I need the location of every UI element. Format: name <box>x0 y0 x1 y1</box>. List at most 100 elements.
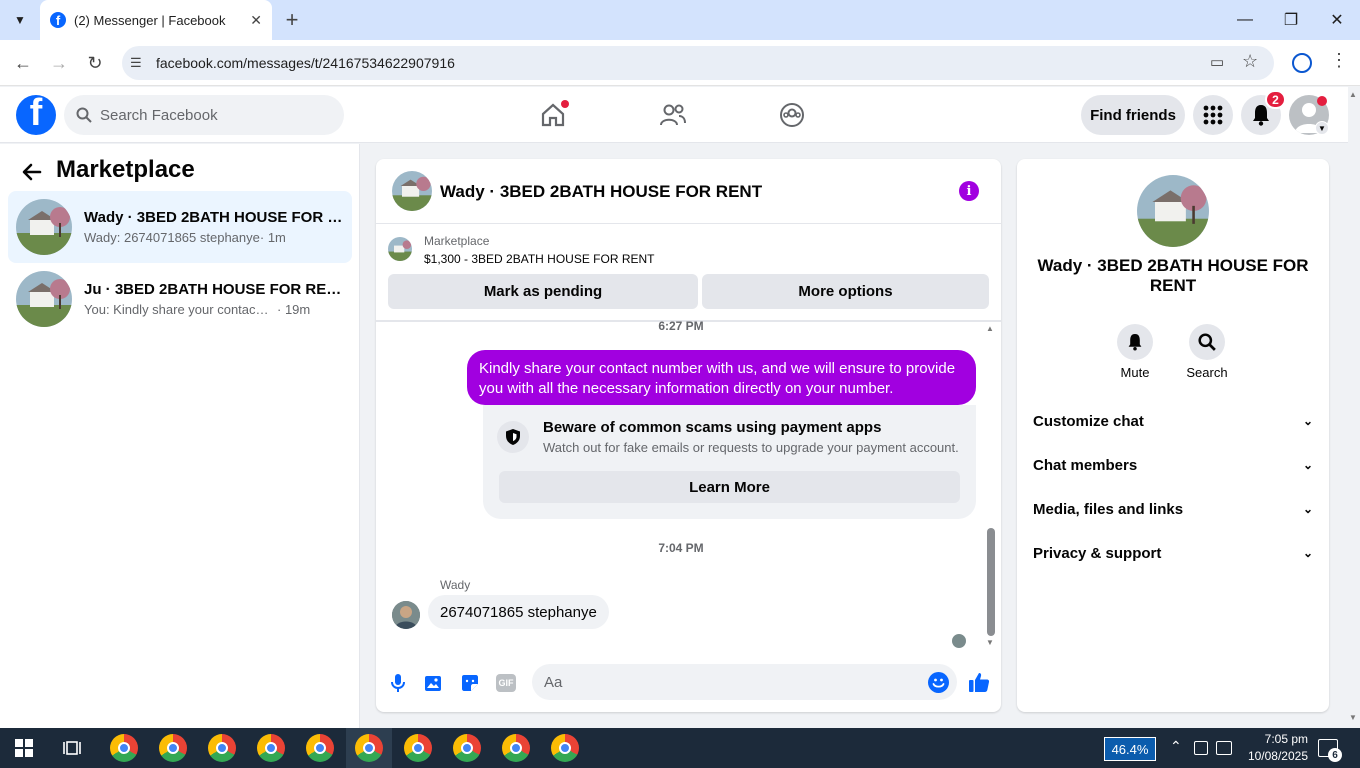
account-alert-dot <box>1317 96 1327 106</box>
listing-thumbnail <box>16 271 72 327</box>
scroll-down-icon[interactable]: ▼ <box>986 638 994 647</box>
find-friends-button[interactable]: Find friends <box>1081 95 1185 135</box>
reload-icon[interactable]: ↻ <box>80 48 110 78</box>
emoji-icon[interactable] <box>928 672 949 693</box>
mute-label: Mute <box>1120 365 1150 380</box>
page-scroll-down-icon[interactable]: ▼ <box>1349 713 1357 722</box>
listing-small-thumbnail[interactable] <box>388 237 412 261</box>
more-options-button[interactable]: More options <box>702 274 989 309</box>
chrome-taskbar-icon[interactable] <box>453 734 481 762</box>
chrome-taskbar-icon[interactable] <box>306 734 334 762</box>
chrome-taskbar-icon[interactable] <box>110 734 138 762</box>
url-text: facebook.com/messages/t/2416753462290791… <box>156 55 455 71</box>
taskbar-clock[interactable]: 7:05 pm 10/08/2025 <box>1236 731 1308 765</box>
tab-close-icon[interactable]: ✕ <box>250 12 262 29</box>
friends-nav-icon[interactable] <box>653 96 693 134</box>
message-input[interactable]: Aa <box>532 664 957 700</box>
chevron-down-icon: ⌄ <box>1302 458 1313 472</box>
chrome-taskbar-icon[interactable] <box>551 734 579 762</box>
info-icon[interactable]: i <box>959 181 979 201</box>
zoom-indicator[interactable]: 46.4% <box>1104 737 1156 761</box>
back-icon[interactable]: ← <box>8 48 38 78</box>
browser-tab[interactable]: f (2) Messenger | Facebook ✕ <box>40 0 272 40</box>
account-chevron-icon[interactable]: ▼ <box>1315 121 1329 135</box>
conversation-name: Ju · 3BED 2BATH HOUSE FOR RENT <box>84 281 344 298</box>
home-new-dot <box>561 100 569 108</box>
chrome-taskbar-icon[interactable] <box>208 734 236 762</box>
facebook-search-input[interactable]: Search Facebook <box>64 95 344 135</box>
conversation-preview: You: Kindly share your contact number wi… <box>84 302 269 317</box>
back-arrow-icon[interactable] <box>20 160 44 184</box>
chat-title[interactable]: Wady · 3BED 2BATH HOUSE FOR RENT <box>440 182 762 202</box>
windows-start-icon[interactable] <box>15 739 33 757</box>
customize-chat-row[interactable]: Customize chat ⌄ <box>1033 409 1313 433</box>
sender-avatar[interactable] <box>392 601 420 629</box>
chat-avatar[interactable] <box>392 171 432 211</box>
shield-icon <box>497 421 529 453</box>
home-nav-icon[interactable] <box>533 96 573 134</box>
chrome-taskbar-icon[interactable] <box>355 734 383 762</box>
chevron-down-icon: ⌄ <box>1302 502 1313 516</box>
facebook-logo-icon[interactable]: f <box>16 95 56 135</box>
tab-search-icon[interactable]: ▼ <box>8 8 32 32</box>
sticker-icon[interactable] <box>459 672 481 694</box>
microphone-icon[interactable] <box>387 672 409 694</box>
close-window-icon[interactable]: ✕ <box>1314 0 1360 40</box>
notification-center-count: 6 <box>1328 748 1342 762</box>
tray-chevron-up-icon[interactable]: ⌃ <box>1170 738 1182 755</box>
profile-icon[interactable] <box>1292 53 1312 73</box>
chat-members-row[interactable]: Chat members ⌄ <box>1033 453 1313 477</box>
sent-message-bubble[interactable]: Kindly share your contact number with us… <box>467 350 976 405</box>
profile-name: Wady · 3BED 2BATH HOUSE FOR RENT <box>1037 256 1309 295</box>
timestamp: 7:04 PM <box>658 541 704 555</box>
new-tab-icon[interactable]: + <box>280 7 304 32</box>
media-files-links-row[interactable]: Media, files and links ⌄ <box>1033 497 1313 521</box>
photo-icon[interactable] <box>423 672 445 694</box>
tray-network-icon[interactable] <box>1216 741 1232 755</box>
chrome-taskbar-icon[interactable] <box>257 734 285 762</box>
install-app-icon[interactable]: ▭ <box>1210 53 1230 73</box>
chrome-taskbar-icon[interactable] <box>159 734 187 762</box>
tray-device-icon[interactable] <box>1194 741 1208 755</box>
sender-name: Wady <box>440 578 471 592</box>
menu-grid-icon[interactable] <box>1193 95 1233 135</box>
site-info-icon[interactable]: ☰ <box>130 55 142 71</box>
mark-as-pending-button[interactable]: Mark as pending <box>388 274 698 309</box>
windows-taskbar <box>0 728 1360 768</box>
scrollbar-thumb[interactable] <box>987 528 995 636</box>
notification-badge: 2 <box>1265 90 1286 109</box>
search-chat-icon[interactable] <box>1189 324 1225 360</box>
restore-icon[interactable]: ❐ <box>1268 0 1314 40</box>
menu-kebab-icon[interactable]: ⋮ <box>1330 50 1348 74</box>
search-label: Search <box>1186 365 1228 380</box>
scroll-up-icon[interactable]: ▲ <box>986 324 994 333</box>
page-scroll-up-icon[interactable]: ▲ <box>1349 90 1357 99</box>
like-thumbs-up-icon[interactable] <box>967 670 991 694</box>
forward-icon[interactable]: → <box>44 48 74 78</box>
conversation-item[interactable]: Wady · 3BED 2BATH HOUSE FOR RENT Wady: 2… <box>8 191 352 263</box>
conversation-time: · 19m <box>277 302 311 317</box>
search-placeholder: Search Facebook <box>100 106 218 124</box>
tab-title: (2) Messenger | Facebook <box>74 12 226 28</box>
search-icon <box>76 107 92 123</box>
clock-date: 10/08/2025 <box>1247 749 1308 763</box>
task-view-icon[interactable] <box>62 739 82 757</box>
minimize-icon[interactable]: — <box>1222 0 1268 40</box>
mute-bell-icon[interactable] <box>1117 324 1153 360</box>
address-bar[interactable]: ☰ facebook.com/messages/t/24167534622907… <box>122 46 1274 80</box>
gif-icon[interactable]: GIF <box>495 672 517 694</box>
chrome-taskbar-icon[interactable] <box>404 734 432 762</box>
scam-warning-title: Beware of common scams using payment app… <box>543 419 882 436</box>
learn-more-button[interactable]: Learn More <box>499 471 960 503</box>
listing-price-title[interactable]: $1,300 - 3BED 2BATH HOUSE FOR RENT <box>424 252 655 266</box>
chrome-taskbar-icon[interactable] <box>502 734 530 762</box>
privacy-support-row[interactable]: Privacy & support ⌄ <box>1033 541 1313 565</box>
groups-nav-icon[interactable] <box>772 96 812 134</box>
profile-large-avatar[interactable] <box>1137 175 1209 247</box>
bookmark-star-icon[interactable]: ☆ <box>1242 51 1262 71</box>
received-message-bubble[interactable]: 2674071865 stephanye <box>428 595 609 629</box>
page-scrollbar[interactable] <box>1348 87 1360 728</box>
conversation-item[interactable]: Ju · 3BED 2BATH HOUSE FOR RENT You: Kind… <box>8 263 352 335</box>
chevron-down-icon: ⌄ <box>1302 546 1313 560</box>
listing-thumbnail <box>16 199 72 255</box>
